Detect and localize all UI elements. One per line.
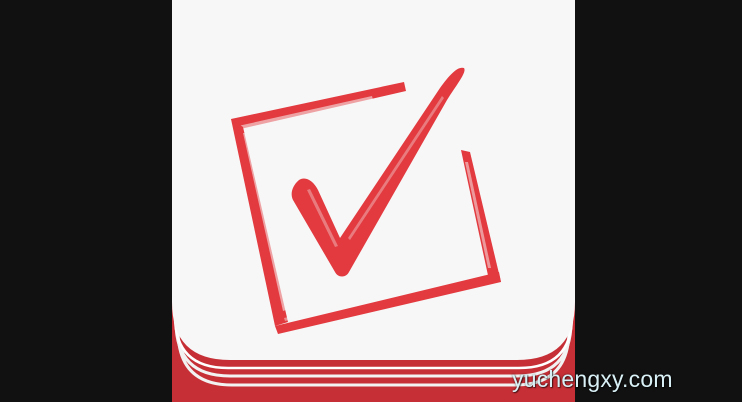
- watermark-text: yuchengxy.com: [512, 366, 673, 392]
- app-icon: [172, 0, 575, 402]
- app-icon-graphic: [172, 0, 575, 402]
- image-stage: yuchengxy.com: [0, 0, 742, 402]
